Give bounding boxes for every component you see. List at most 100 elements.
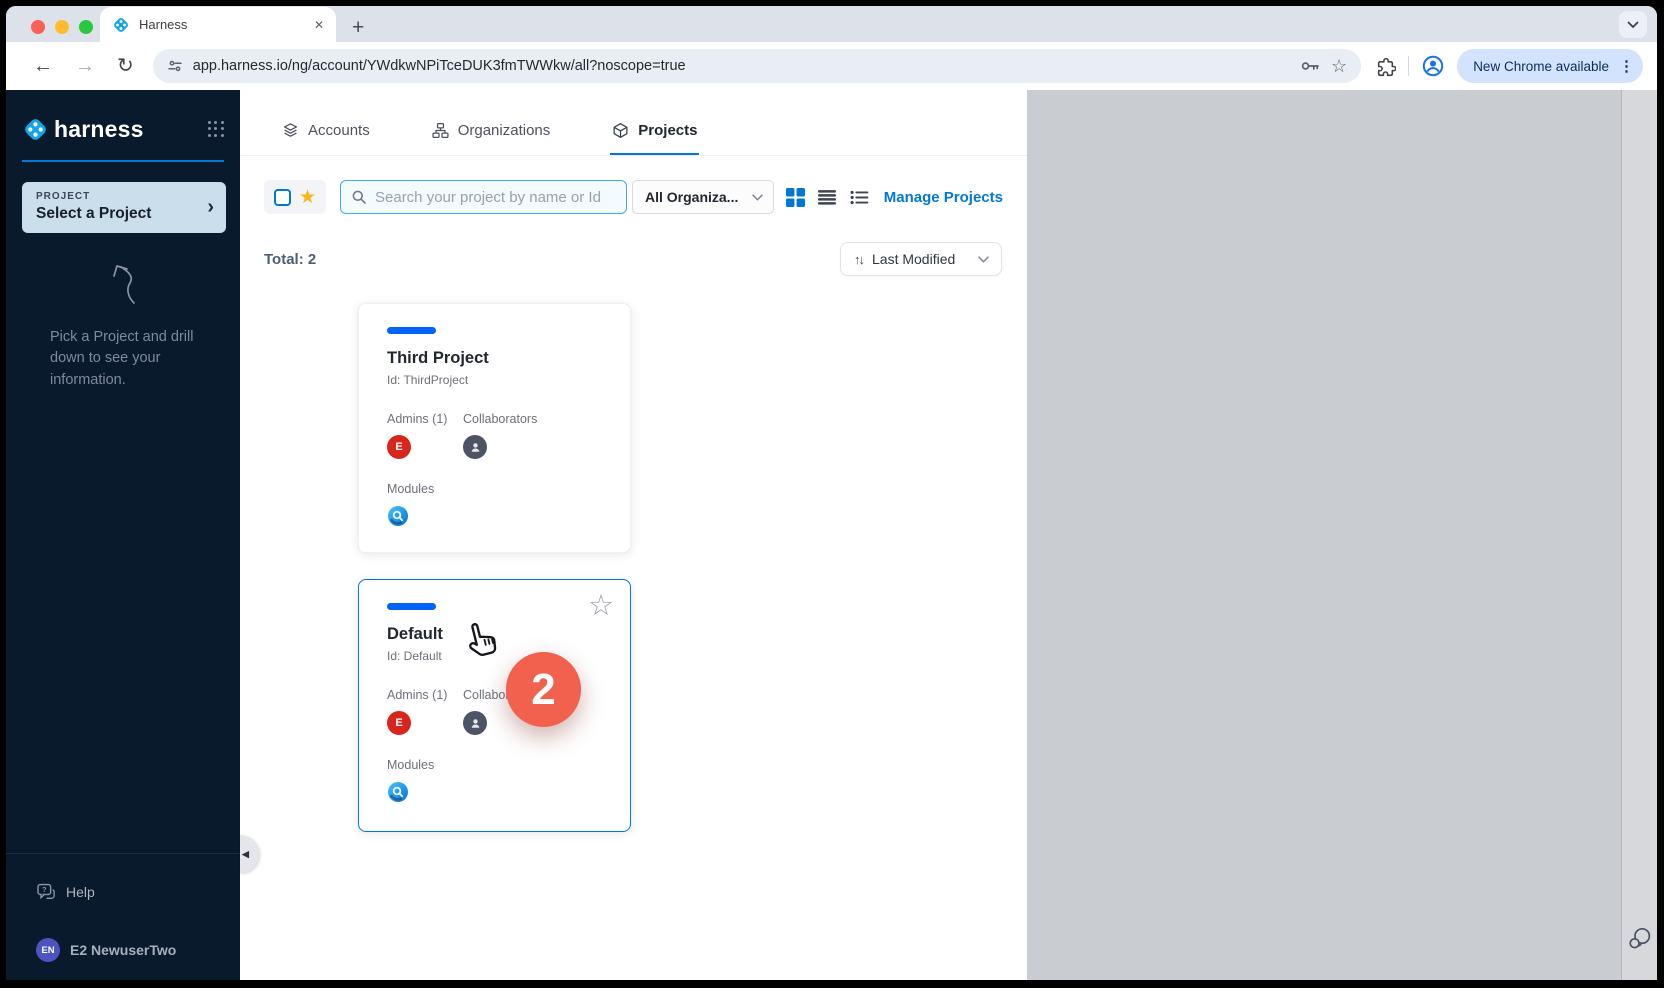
- scope-tabs: Accounts Organizations Projects: [240, 110, 1027, 156]
- extensions-icon[interactable]: [1375, 56, 1396, 77]
- modules-label: Modules: [387, 758, 606, 772]
- admin-avatar: E: [387, 711, 411, 735]
- favorite-toggle-icon[interactable]: ☆: [588, 592, 614, 621]
- harness-favicon-icon: [112, 16, 130, 34]
- page-body: harness PROJECT Select a Project › Pick …: [6, 90, 1657, 980]
- chrome-update-label: New Chrome available: [1473, 59, 1609, 74]
- collaborator-avatar: [463, 711, 487, 735]
- arrow-doodle-icon: [98, 259, 148, 307]
- browser-tab[interactable]: Harness ✕: [100, 7, 336, 42]
- search-input[interactable]: [375, 189, 616, 206]
- help-chat-icon: ?: [36, 882, 56, 902]
- feedback-chat-icon[interactable]: [1626, 925, 1653, 952]
- sidebar-bottom: ? Help EN E2 NewuserTwo: [6, 853, 240, 980]
- rows-view-icon[interactable]: [818, 190, 837, 205]
- organization-dropdown-value: All Organiza...: [645, 189, 752, 205]
- help-button[interactable]: ? Help: [36, 882, 240, 902]
- sidebar-hint-text: Pick a Project and drill down to see you…: [50, 327, 222, 391]
- close-window-button[interactable]: [31, 20, 45, 34]
- layers-icon: [282, 122, 299, 139]
- chevron-down-icon: [978, 256, 989, 263]
- project-card-list: Third Project Id: ThirdProject Admins (1…: [358, 303, 631, 832]
- tab-title: Harness: [139, 17, 305, 32]
- modules-label: Modules: [387, 482, 606, 496]
- tab-close-icon[interactable]: ✕: [314, 18, 324, 32]
- help-label: Help: [66, 884, 95, 900]
- project-card-third-project[interactable]: Third Project Id: ThirdProject Admins (1…: [358, 303, 631, 553]
- favorites-filter: ★: [264, 180, 326, 214]
- admins-label: Admins (1): [387, 412, 463, 426]
- chevron-right-icon: ›: [207, 196, 214, 219]
- project-id: Id: ThirdProject: [387, 373, 606, 387]
- user-avatar: EN: [36, 938, 60, 962]
- sort-dropdown[interactable]: ↑↓ Last Modified: [840, 242, 1002, 276]
- harness-logo-text[interactable]: harness: [54, 116, 208, 143]
- person-icon: [469, 441, 482, 454]
- tab-organizations[interactable]: Organizations: [430, 110, 553, 155]
- browser-menu-icon[interactable]: ⋮: [1619, 57, 1633, 75]
- project-search: [340, 180, 627, 214]
- sidebar-divider: [22, 160, 224, 162]
- card-accent-bar: [387, 603, 436, 610]
- org-chart-icon: [432, 122, 449, 139]
- tab-search-button[interactable]: [1619, 11, 1647, 38]
- chaos-module-icon: [387, 505, 409, 527]
- project-card-default[interactable]: ☆ Default Id: Default Admins (1) E Colla…: [358, 579, 631, 832]
- harness-logo-icon[interactable]: [22, 116, 49, 143]
- favorites-checkbox[interactable]: [274, 189, 291, 206]
- tab-accounts[interactable]: Accounts: [280, 110, 372, 155]
- sort-value: Last Modified: [872, 251, 969, 267]
- tab-organizations-label: Organizations: [458, 122, 551, 139]
- url-text: app.harness.io/ng/account/YWdkwNPiTceDUK…: [193, 58, 1290, 74]
- grid-view-icon[interactable]: [786, 188, 805, 207]
- collaborator-avatar: [463, 435, 487, 459]
- address-bar[interactable]: app.harness.io/ng/account/YWdkwNPiTceDUK…: [153, 49, 1361, 83]
- view-toggles: [786, 188, 869, 207]
- sort-icon: ↑↓: [854, 252, 863, 267]
- right-side-strip: [1621, 90, 1657, 980]
- project-title: Third Project: [387, 349, 606, 368]
- new-tab-button[interactable]: +: [352, 17, 364, 38]
- user-name: E2 NewuserTwo: [70, 942, 176, 958]
- person-icon: [469, 717, 482, 730]
- search-icon: [351, 189, 367, 205]
- project-picker-value: Select a Project: [36, 205, 207, 223]
- organization-dropdown[interactable]: All Organiza...: [632, 180, 774, 214]
- app-grid-icon[interactable]: [208, 121, 224, 137]
- profile-icon[interactable]: [1421, 54, 1445, 78]
- project-picker-label: PROJECT: [36, 191, 207, 202]
- browser-window: Harness ✕ + ← → ↻ app.harness.io/ng/acco…: [6, 6, 1657, 980]
- back-button[interactable]: ←: [22, 56, 64, 76]
- card-accent-bar: [387, 327, 436, 334]
- user-menu[interactable]: EN E2 NewuserTwo: [36, 938, 240, 962]
- tab-accounts-label: Accounts: [308, 122, 370, 139]
- manage-projects-link[interactable]: Manage Projects: [884, 189, 1003, 206]
- tab-strip: Harness ✕ +: [6, 6, 1657, 42]
- empty-gray-area: [1027, 90, 1621, 980]
- cube-icon: [612, 122, 629, 139]
- browser-toolbar: ← → ↻ app.harness.io/ng/account/YWdkwNPi…: [6, 42, 1657, 90]
- total-count: Total: 2: [264, 251, 316, 268]
- sidebar: harness PROJECT Select a Project › Pick …: [6, 90, 240, 980]
- toolbar-divider: [1408, 56, 1409, 76]
- project-picker[interactable]: PROJECT Select a Project ›: [22, 182, 226, 233]
- forward-button[interactable]: →: [64, 56, 106, 76]
- collaborators-label: Collaborators: [463, 412, 537, 426]
- reload-button[interactable]: ↻: [106, 56, 145, 76]
- compact-list-view-icon[interactable]: [850, 190, 869, 205]
- traffic-lights: [31, 20, 93, 34]
- chrome-update-chip[interactable]: New Chrome available ⋮: [1457, 49, 1643, 83]
- maximize-window-button[interactable]: [79, 20, 93, 34]
- site-info-icon[interactable]: [167, 58, 183, 74]
- bookmark-star-icon[interactable]: ☆: [1331, 57, 1347, 75]
- tab-projects[interactable]: Projects: [610, 110, 699, 155]
- favorite-star-icon[interactable]: ★: [299, 188, 316, 207]
- total-row: Total: 2 ↑↓ Last Modified: [240, 242, 1027, 276]
- main-content: Accounts Organizations Projects: [240, 90, 1027, 980]
- admin-avatar: E: [387, 435, 411, 459]
- toolbar-right: New Chrome available ⋮: [1367, 49, 1643, 83]
- chaos-module-icon: [387, 781, 409, 803]
- minimize-window-button[interactable]: [55, 20, 69, 34]
- admins-label: Admins (1): [387, 688, 463, 702]
- password-key-icon[interactable]: [1300, 57, 1321, 75]
